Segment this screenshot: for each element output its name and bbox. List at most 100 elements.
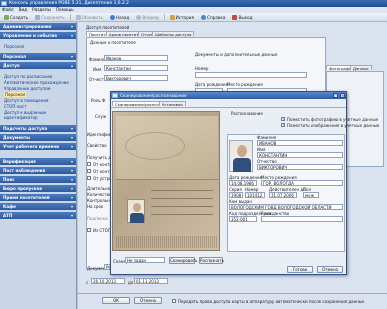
d-name-field[interactable]: КОНСТАНТИН: [257, 152, 343, 158]
d-number-field[interactable]: 101412: [245, 192, 265, 198]
d-patronymic-field[interactable]: ВИКТОРОВИЧ: [257, 164, 343, 170]
sidebar-section-atp[interactable]: АТП ▾: [0, 212, 76, 219]
recognize-button[interactable]: Распознать: [199, 257, 224, 264]
from-controller-radio[interactable]: [87, 162, 91, 166]
name-field[interactable]: Константин: [104, 65, 168, 71]
d-birthdate-field[interactable]: 14.08.1986: [229, 180, 257, 186]
push-rights-label: Передать права доступа карты в аппаратур…: [178, 299, 365, 304]
chevron-down-icon: ▾: [70, 204, 73, 209]
sidebar-section-documents[interactable]: Документы ▾: [0, 134, 76, 141]
tab-access-templates[interactable]: Шаблоны доступа: [152, 31, 195, 37]
scanner-select[interactable]: Не задан: [125, 257, 165, 263]
sidebar-section-events[interactable]: Управление и события ▾: [0, 32, 76, 39]
close-button[interactable]: ×: [340, 93, 345, 98]
text-line: [151, 206, 213, 207]
dialog-titlebar: Сканирование/распознавание: [111, 92, 346, 99]
sidebar-section-access[interactable]: Доступ ▴: [0, 62, 76, 69]
sidebar-item-auto-pass[interactable]: Автоматическое прохождение: [4, 80, 69, 85]
forward-button[interactable]: Вперед: [134, 14, 160, 21]
dialog-cancel-button[interactable]: Отмена: [317, 266, 343, 273]
app-icon: [1, 1, 7, 6]
scan-button[interactable]: Сканировать: [169, 257, 197, 264]
new-button[interactable]: Создать: [2, 14, 30, 21]
count-label: Количество: [87, 192, 112, 197]
section-label: Учет рабочего времени: [3, 144, 59, 149]
tab-settings[interactable]: Установки: [159, 101, 186, 107]
ok-button[interactable]: ОК: [102, 297, 130, 304]
sidebar-item-rooms[interactable]: Доступ в помещения: [4, 98, 48, 103]
back-button[interactable]: Назад: [108, 14, 131, 21]
option-photo-checkbox[interactable]: [281, 116, 285, 121]
option-image-checkbox[interactable]: [281, 122, 285, 127]
section-label: Кафе: [3, 204, 16, 209]
chevron-up-icon: ▴: [70, 63, 73, 68]
save-button[interactable]: Сохранить: [33, 14, 67, 21]
d-surname-field[interactable]: ИВАНОВ: [257, 140, 343, 146]
cancel-button[interactable]: Отмена: [134, 297, 162, 304]
sidebar-section-reception[interactable]: Прием посетителей ▾: [0, 194, 76, 201]
face-shape: [133, 203, 141, 212]
history-button[interactable]: История: [168, 14, 196, 21]
help-label: Справка: [207, 14, 226, 20]
refresh-button[interactable]: Обновить: [74, 14, 105, 21]
patronymic-field[interactable]: Викторович: [104, 75, 168, 81]
sidebar-section-verification[interactable]: Верификация ▾: [0, 158, 76, 165]
surname-field[interactable]: Иванов: [104, 55, 168, 61]
section-label: Пост наблюдения: [3, 168, 46, 173]
dialog-title: Сканирование/распознавание: [120, 93, 187, 98]
section-label: Управление и события: [3, 33, 57, 38]
tab-divider: [111, 107, 346, 108]
sidebar-item-schedule[interactable]: Доступ по расписанию: [4, 74, 52, 79]
section-label: Подсчеты доступа: [3, 126, 48, 131]
ready-button[interactable]: Готово: [287, 266, 313, 273]
d-series-field[interactable]: 1908: [229, 192, 243, 198]
from-controller2-radio[interactable]: [87, 169, 91, 173]
sidebar-item-personnel-top[interactable]: Персонал: [4, 44, 24, 49]
from-date-field[interactable]: 26.10.2013: [91, 278, 125, 284]
history-label: История: [175, 14, 195, 20]
chevron-down-icon: ▾: [70, 159, 73, 164]
stoplist-checkbox[interactable]: [87, 228, 91, 232]
sidebar-item-issued-ids[interactable]: Доступ к выданным идентификатор: [4, 110, 76, 120]
sidebar-section-worktime[interactable]: Учет рабочего времени ▾: [0, 143, 76, 150]
number-field[interactable]: [195, 72, 307, 78]
maximize-button[interactable]: □: [333, 93, 338, 98]
d-birthplace-field[interactable]: ГОР. ВОЛОГДА: [261, 180, 343, 186]
text-line: [151, 198, 213, 199]
sidebar-item-personnel[interactable]: Персонал: [4, 92, 27, 97]
d-valid-field[interactable]: 31.07.2006: [269, 192, 297, 198]
from-date-label: с: [86, 280, 89, 285]
d-citizenship-field[interactable]: [261, 216, 343, 222]
passport-scan-image: [112, 111, 220, 251]
scan-dialog: Сканирование/распознавание □ × Сканирова…: [110, 91, 379, 275]
shoulders-shape: [233, 158, 251, 172]
push-rights-checkbox[interactable]: [172, 299, 176, 303]
from-device-radio[interactable]: [87, 176, 91, 180]
tab-data[interactable]: Данные: [350, 65, 372, 71]
chevron-down-icon: ▾: [70, 126, 73, 131]
section-label: Поис: [3, 177, 15, 182]
mrz-zone: [116, 236, 218, 248]
save-label: Сохранить: [41, 14, 65, 20]
passport-photo: [127, 199, 145, 223]
sidebar-section-observation[interactable]: Пост наблюдения ▾: [0, 167, 76, 174]
save-icon: [35, 14, 41, 20]
chevron-down-icon: ▾: [70, 195, 73, 200]
section-label: Прием посетителей: [3, 195, 50, 200]
sidebar-section-cafe[interactable]: Кафе ▾: [0, 203, 76, 210]
option-photo-label: Поместить фотографию в учетные данные: [287, 117, 379, 122]
d-code-field[interactable]: 352-001: [229, 216, 257, 222]
exit-button[interactable]: Выход: [230, 14, 254, 21]
d-sex-field[interactable]: муж: [303, 192, 319, 198]
sidebar-item-stoplist[interactable]: СТОП-лист: [4, 104, 27, 109]
to-date-field[interactable]: 01.11.2013: [134, 278, 168, 284]
sidebar-section-search[interactable]: Поис ▾: [0, 176, 76, 183]
sidebar-section-access-counts[interactable]: Подсчеты доступа ▾: [0, 125, 76, 132]
sidebar-item-access-control[interactable]: Управление доступом: [4, 86, 51, 91]
d-issued-by-field[interactable]: ВОЛОГОДСКИМ ГОВД ВОЛОГОДСКОЙ ОБЛАСТИ: [229, 204, 343, 210]
sidebar-section-pass-office[interactable]: Бюро пропусков ▾: [0, 185, 76, 192]
sidebar-section-admin[interactable]: Администрирование ▾: [0, 23, 76, 30]
help-button[interactable]: Справка: [199, 14, 227, 21]
sidebar-section-personnel[interactable]: Персонал ▾: [0, 53, 76, 60]
dialog-icon: [112, 93, 118, 98]
